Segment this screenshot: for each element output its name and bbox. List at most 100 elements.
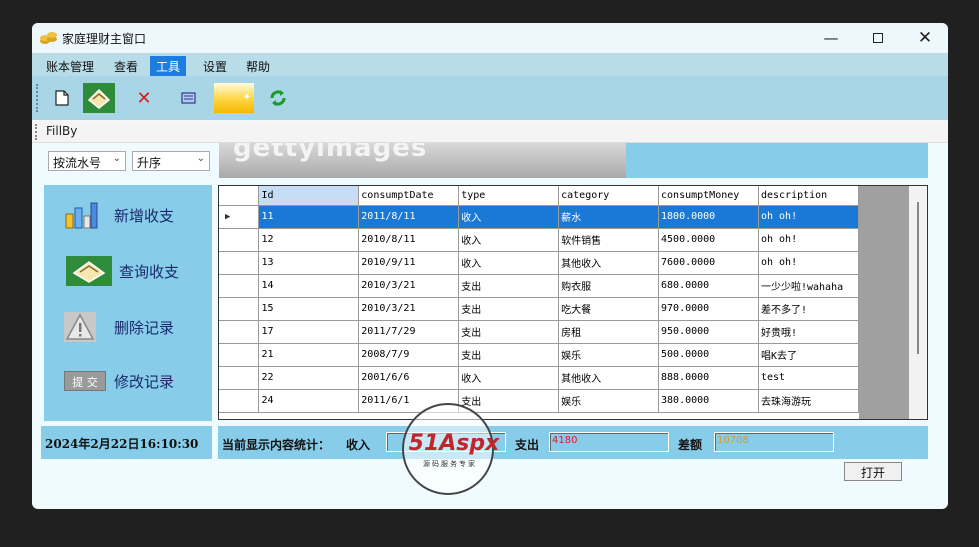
- menu-tools[interactable]: 工具: [150, 56, 187, 76]
- table-cell[interactable]: 收入: [458, 228, 560, 252]
- expense-field[interactable]: 4180: [549, 432, 669, 452]
- row-header[interactable]: ▶: [219, 205, 260, 229]
- table-cell[interactable]: 380.0000: [658, 389, 759, 413]
- table-cell[interactable]: 2011/8/11: [358, 205, 460, 229]
- nav-query-record[interactable]: 查询收支: [44, 249, 212, 293]
- table-cell[interactable]: 支出: [458, 320, 560, 344]
- table-row[interactable]: 24 2011/6/1 支出 娱乐 380.0000 去珠海游玩: [219, 389, 860, 413]
- table-cell[interactable]: 收入: [458, 366, 560, 390]
- table-cell[interactable]: 购衣服: [558, 274, 660, 298]
- table-cell[interactable]: test: [758, 366, 860, 390]
- table-row[interactable]: 17 2011/7/29 支出 房租 950.0000 好贵哦!: [219, 320, 860, 344]
- table-cell[interactable]: 21: [258, 343, 360, 367]
- maximize-button[interactable]: [855, 23, 901, 53]
- sort-field-select[interactable]: 按流水号 ⌄: [48, 151, 126, 171]
- new-button[interactable]: [46, 83, 78, 113]
- row-header[interactable]: [219, 251, 260, 275]
- table-cell[interactable]: 其他收入: [558, 366, 660, 390]
- close-button[interactable]: ✕: [902, 23, 948, 53]
- table-cell[interactable]: 差不多了!: [758, 297, 860, 321]
- diff-field[interactable]: 10708: [714, 432, 834, 452]
- col-header-category[interactable]: category: [558, 186, 660, 206]
- nav-edit-record[interactable]: 提 交 修改记录: [44, 359, 212, 403]
- col-header-description[interactable]: description: [758, 186, 860, 206]
- toolbar-grip[interactable]: [36, 84, 39, 112]
- edit-button[interactable]: [173, 83, 205, 113]
- refresh-button[interactable]: [262, 83, 294, 113]
- table-cell[interactable]: 支出: [458, 274, 560, 298]
- table-cell[interactable]: 500.0000: [658, 343, 759, 367]
- table-cell[interactable]: 薪水: [558, 205, 660, 229]
- table-cell[interactable]: 7600.0000: [658, 251, 759, 275]
- table-cell[interactable]: 好贵哦!: [758, 320, 860, 344]
- table-cell[interactable]: 唱K去了: [758, 343, 860, 367]
- table-cell[interactable]: 17: [258, 320, 360, 344]
- table-cell[interactable]: 2010/8/11: [358, 228, 460, 252]
- table-cell[interactable]: 11: [258, 205, 360, 229]
- table-cell[interactable]: 13: [258, 251, 360, 275]
- table-cell[interactable]: 2010/9/11: [358, 251, 460, 275]
- row-header[interactable]: [219, 320, 260, 344]
- table-cell[interactable]: 888.0000: [658, 366, 759, 390]
- table-cell[interactable]: 一少少啦!wahaha: [758, 274, 860, 298]
- sort-order-select[interactable]: 升序 ⌄: [132, 151, 210, 171]
- col-header-consumptmoney[interactable]: consumptMoney: [658, 186, 759, 206]
- nav-add-record[interactable]: 新增收支: [44, 193, 212, 237]
- table-cell[interactable]: 970.0000: [658, 297, 759, 321]
- fillby-grip[interactable]: [35, 124, 37, 140]
- row-header[interactable]: [219, 389, 260, 413]
- menu-account-book[interactable]: 账本管理: [40, 56, 100, 76]
- open-button[interactable]: 打开: [844, 462, 902, 481]
- table-cell[interactable]: 收入: [458, 205, 560, 229]
- row-header[interactable]: [219, 228, 260, 252]
- table-row[interactable]: 22 2001/6/6 收入 其他收入 888.0000 test: [219, 366, 860, 390]
- table-cell[interactable]: 2008/7/9: [358, 343, 460, 367]
- table-cell[interactable]: 支出: [458, 389, 560, 413]
- table-cell[interactable]: 950.0000: [658, 320, 759, 344]
- table-cell[interactable]: 4500.0000: [658, 228, 759, 252]
- table-cell[interactable]: oh oh!: [758, 228, 860, 252]
- table-cell[interactable]: 吃大餐: [558, 297, 660, 321]
- records-grid[interactable]: Id consumptDate type category consumptMo…: [218, 185, 928, 420]
- scrollbar-thumb[interactable]: [917, 202, 919, 354]
- table-cell[interactable]: 2010/3/21: [358, 274, 460, 298]
- yellow-panel-button[interactable]: ✦: [214, 83, 254, 113]
- table-cell[interactable]: 支出: [458, 297, 560, 321]
- table-cell[interactable]: 去珠海游玩: [758, 389, 860, 413]
- vertical-scrollbar[interactable]: [909, 186, 927, 419]
- menu-settings[interactable]: 设置: [197, 56, 233, 76]
- table-row[interactable]: 13 2010/9/11 收入 其他收入 7600.0000 oh oh!: [219, 251, 860, 275]
- row-header[interactable]: [219, 274, 260, 298]
- table-row[interactable]: 12 2010/8/11 收入 软件销售 4500.0000 oh oh!: [219, 228, 860, 252]
- row-header[interactable]: [219, 343, 260, 367]
- table-cell[interactable]: 680.0000: [658, 274, 759, 298]
- row-header[interactable]: [219, 366, 260, 390]
- minimize-button[interactable]: —: [808, 23, 854, 53]
- table-cell[interactable]: oh oh!: [758, 205, 860, 229]
- query-button[interactable]: [83, 83, 115, 113]
- table-row[interactable]: 14 2010/3/21 支出 购衣服 680.0000 一少少啦!wahaha: [219, 274, 860, 298]
- row-header[interactable]: [219, 297, 260, 321]
- table-cell[interactable]: 收入: [458, 251, 560, 275]
- col-header-type[interactable]: type: [458, 186, 560, 206]
- row-header-corner[interactable]: [219, 186, 260, 206]
- table-cell[interactable]: 2010/3/21: [358, 297, 460, 321]
- delete-button[interactable]: ✕: [128, 83, 160, 113]
- table-cell[interactable]: 房租: [558, 320, 660, 344]
- menu-view[interactable]: 查看: [108, 56, 144, 76]
- table-cell[interactable]: 12: [258, 228, 360, 252]
- table-cell[interactable]: 软件销售: [558, 228, 660, 252]
- nav-delete-record[interactable]: 删除记录: [44, 305, 212, 349]
- table-cell[interactable]: 22: [258, 366, 360, 390]
- table-cell[interactable]: 2001/6/6: [358, 366, 460, 390]
- table-cell[interactable]: 其他收入: [558, 251, 660, 275]
- col-header-consumptdate[interactable]: consumptDate: [358, 186, 460, 206]
- table-row[interactable]: ▶ 11 2011/8/11 收入 薪水 1800.0000 oh oh!: [219, 205, 860, 229]
- table-cell[interactable]: 15: [258, 297, 360, 321]
- table-cell[interactable]: 娱乐: [558, 343, 660, 367]
- table-cell[interactable]: 14: [258, 274, 360, 298]
- table-cell[interactable]: 1800.0000: [658, 205, 759, 229]
- table-cell[interactable]: 2011/7/29: [358, 320, 460, 344]
- fillby-label[interactable]: FillBy: [46, 124, 77, 138]
- menu-help[interactable]: 帮助: [240, 56, 276, 76]
